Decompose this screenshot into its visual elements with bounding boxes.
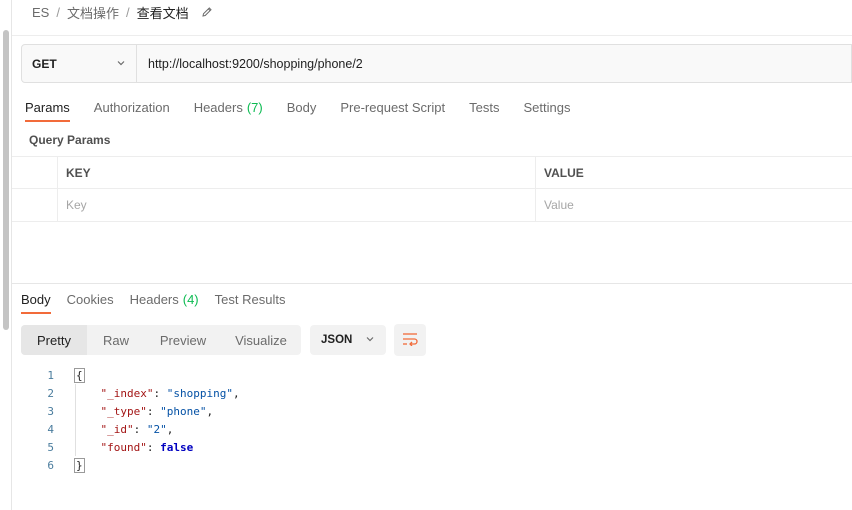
view-mode-preview[interactable]: Preview bbox=[145, 325, 221, 355]
json-value: "shopping" bbox=[166, 386, 233, 400]
row-checkbox-cell[interactable] bbox=[12, 189, 58, 221]
view-mode-segmented: Pretty Raw Preview Visualize bbox=[21, 325, 301, 355]
tab-label: Tests bbox=[469, 100, 500, 115]
top-divider bbox=[12, 35, 852, 36]
query-params-title: Query Params bbox=[29, 133, 111, 147]
response-tabs: Body Cookies Headers (4) Test Results bbox=[21, 288, 301, 316]
value-column-header: VALUE bbox=[544, 165, 584, 180]
json-key: "_type" bbox=[100, 404, 147, 418]
breadcrumb-separator: / bbox=[125, 4, 130, 20]
param-value-input[interactable]: Value bbox=[536, 189, 852, 221]
tab-tests[interactable]: Tests bbox=[469, 96, 499, 122]
code-line: 5 "found": false bbox=[30, 438, 240, 456]
request-tabs: Params Authorization Headers (7) Body Pre… bbox=[25, 96, 594, 124]
code-line: 3 "_type": "phone", bbox=[30, 402, 240, 420]
view-mode-visualize[interactable]: Visualize bbox=[221, 325, 301, 355]
tab-label: Body bbox=[21, 292, 51, 307]
response-tab-test-results[interactable]: Test Results bbox=[215, 288, 286, 314]
breadcrumb: ES / 文档操作 / 查看文档 bbox=[32, 3, 213, 21]
line-number: 6 bbox=[47, 458, 54, 472]
tab-label: Cookies bbox=[66, 292, 114, 307]
breadcrumb-folder[interactable]: 文档操作 bbox=[67, 3, 119, 22]
line-number: 5 bbox=[47, 440, 54, 454]
json-value: false bbox=[160, 440, 194, 454]
code-line: 6 } bbox=[30, 456, 240, 474]
view-controls: Pretty Raw Preview Visualize JSON bbox=[21, 324, 426, 356]
line-number: 2 bbox=[47, 386, 54, 400]
url-bar: GET http://localhost:9200/shopping/phone… bbox=[21, 44, 852, 83]
tab-label: Body bbox=[286, 100, 317, 115]
view-mode-raw[interactable]: Raw bbox=[87, 325, 145, 355]
json-key: "_id" bbox=[100, 422, 134, 436]
response-tab-body[interactable]: Body bbox=[21, 288, 51, 314]
json-value: "2" bbox=[146, 422, 167, 436]
format-label: JSON bbox=[321, 334, 353, 346]
wrap-lines-button[interactable] bbox=[394, 324, 426, 356]
wrap-lines-icon bbox=[402, 332, 418, 349]
view-mode-pretty[interactable]: Pretty bbox=[21, 325, 87, 355]
json-key: "_index" bbox=[100, 386, 154, 400]
response-tab-headers[interactable]: Headers (4) bbox=[130, 288, 199, 314]
code-line: 4 "_id": "2", bbox=[30, 420, 240, 438]
code-line: 2 "_index": "shopping", bbox=[30, 384, 240, 402]
code-line: 1 { bbox=[30, 366, 240, 384]
checkbox-column-header bbox=[12, 157, 58, 188]
tab-headers[interactable]: Headers (7) bbox=[194, 96, 263, 122]
response-divider[interactable] bbox=[12, 283, 852, 284]
left-scrollbar-thumb[interactable] bbox=[3, 30, 9, 330]
tab-count: (4) bbox=[182, 292, 199, 307]
json-comma: , bbox=[206, 404, 214, 418]
tab-settings[interactable]: Settings bbox=[523, 96, 570, 122]
json-value: "phone" bbox=[160, 404, 207, 418]
breadcrumb-collection[interactable]: ES bbox=[32, 5, 49, 20]
tab-count: (7) bbox=[246, 100, 263, 115]
tab-label: Headers bbox=[129, 292, 179, 307]
tab-label: Authorization bbox=[93, 100, 170, 115]
tab-body[interactable]: Body bbox=[287, 96, 317, 122]
chevron-down-icon bbox=[116, 57, 126, 71]
close-brace: } bbox=[74, 457, 85, 473]
tab-label: Settings bbox=[523, 100, 571, 115]
response-tab-cookies[interactable]: Cookies bbox=[67, 288, 114, 314]
json-comma: , bbox=[232, 386, 240, 400]
tab-label: Headers bbox=[193, 100, 243, 115]
line-number: 1 bbox=[47, 368, 54, 382]
key-column-header: KEY bbox=[58, 157, 536, 188]
tab-params[interactable]: Params bbox=[25, 96, 70, 122]
url-input[interactable]: http://localhost:9200/shopping/phone/2 bbox=[137, 45, 363, 82]
table-row: Key Value bbox=[12, 189, 852, 222]
method-label: GET bbox=[32, 56, 57, 71]
format-select[interactable]: JSON bbox=[310, 325, 386, 355]
tab-pre-request-script[interactable]: Pre-request Script bbox=[340, 96, 445, 122]
json-key: "found" bbox=[100, 440, 147, 454]
table-header-row: KEY VALUE bbox=[12, 156, 852, 189]
line-number: 3 bbox=[47, 404, 54, 418]
chevron-down-icon bbox=[365, 334, 375, 347]
json-comma: , bbox=[166, 422, 174, 436]
method-select[interactable]: GET bbox=[22, 45, 137, 82]
pencil-icon[interactable] bbox=[201, 6, 213, 18]
query-params-table: KEY VALUE Key Value bbox=[12, 156, 852, 222]
tab-label: Params bbox=[25, 100, 70, 115]
breadcrumb-request-name[interactable]: 查看文档 bbox=[137, 3, 189, 22]
param-key-input[interactable]: Key bbox=[58, 189, 536, 221]
breadcrumb-separator: / bbox=[56, 4, 60, 20]
left-scrollbar[interactable] bbox=[0, 0, 12, 510]
tab-label: Test Results bbox=[214, 292, 286, 307]
open-brace: { bbox=[74, 367, 85, 383]
line-number: 4 bbox=[47, 422, 54, 436]
response-body-editor[interactable]: 1 { 2 "_index": "shopping", 3 "_type": "… bbox=[30, 366, 240, 474]
tab-authorization[interactable]: Authorization bbox=[94, 96, 170, 122]
tab-label: Pre-request Script bbox=[340, 100, 446, 115]
